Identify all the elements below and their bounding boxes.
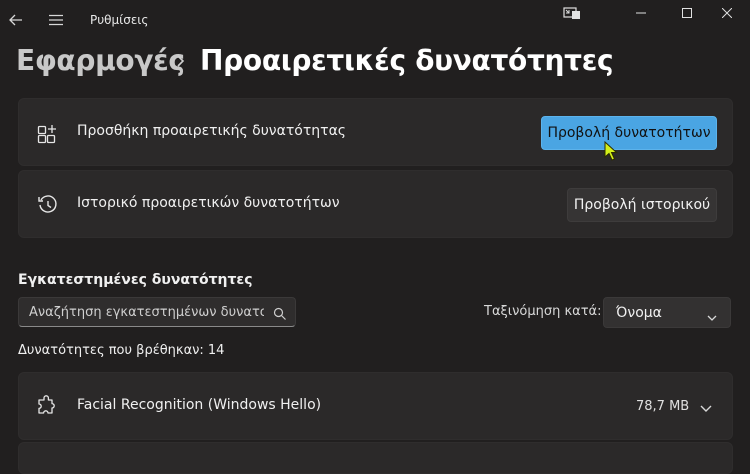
view-features-button[interactable]: Προβολή δυνατοτήτων bbox=[541, 116, 717, 150]
minimize-icon bbox=[636, 12, 646, 14]
add-apps-icon bbox=[37, 123, 59, 145]
snap-layout-button[interactable] bbox=[549, 0, 595, 26]
breadcrumb-chevron-icon bbox=[174, 50, 188, 72]
breadcrumb-parent-link[interactable]: Εφαρμογές bbox=[16, 44, 185, 77]
navigation-menu-button[interactable] bbox=[44, 8, 68, 32]
hamburger-icon bbox=[49, 14, 63, 26]
feature-row-next[interactable] bbox=[18, 442, 733, 474]
snap-window-icon bbox=[563, 7, 580, 19]
add-feature-card: Προσθήκη προαιρετικής δυνατότητας Προβολ… bbox=[18, 98, 733, 166]
close-button[interactable] bbox=[704, 0, 750, 26]
search-icon[interactable] bbox=[273, 306, 287, 320]
sort-by-dropdown[interactable]: Όνομα bbox=[603, 297, 731, 328]
installed-features-search[interactable]: Αναζήτηση εγκατεστημένων δυνατοτ bbox=[18, 297, 296, 327]
mouse-cursor-icon bbox=[604, 140, 620, 163]
feature-history-card: Ιστορικό προαιρετικών δυνατοτήτων Προβολ… bbox=[18, 170, 733, 238]
page-title: Προαιρετικές δυνατότητες bbox=[200, 44, 614, 77]
features-count: Δυνατότητες που βρέθηκαν: 14 bbox=[18, 343, 225, 358]
installed-features-heading: Εγκατεστημένες δυνατότητες bbox=[18, 272, 253, 288]
feature-row-facial-recognition[interactable]: Facial Recognition (Windows Hello) 78,7 … bbox=[18, 372, 733, 440]
maximize-icon bbox=[682, 8, 692, 18]
back-arrow-icon bbox=[9, 14, 22, 26]
minimize-button[interactable] bbox=[618, 0, 664, 26]
puzzle-icon bbox=[36, 395, 58, 417]
sort-by-label: Ταξινόμηση κατά: bbox=[484, 304, 602, 319]
chevron-down-icon bbox=[706, 308, 718, 321]
close-icon bbox=[722, 8, 732, 18]
expand-chevron-icon[interactable] bbox=[699, 399, 715, 413]
search-input[interactable]: Αναζήτηση εγκατεστημένων δυνατοτ bbox=[29, 305, 264, 320]
feature-size: 78,7 MB bbox=[636, 399, 690, 414]
sort-by-value: Όνομα bbox=[616, 305, 662, 321]
history-icon bbox=[37, 194, 59, 216]
window-title: Ρυθμίσεις bbox=[90, 13, 149, 27]
add-feature-label: Προσθήκη προαιρετικής δυνατότητας bbox=[77, 123, 347, 139]
back-button[interactable] bbox=[4, 6, 28, 34]
view-history-button[interactable]: Προβολή ιστορικού bbox=[567, 188, 717, 222]
feature-name: Facial Recognition (Windows Hello) bbox=[77, 397, 322, 413]
feature-history-label: Ιστορικό προαιρετικών δυνατοτήτων bbox=[77, 195, 340, 211]
